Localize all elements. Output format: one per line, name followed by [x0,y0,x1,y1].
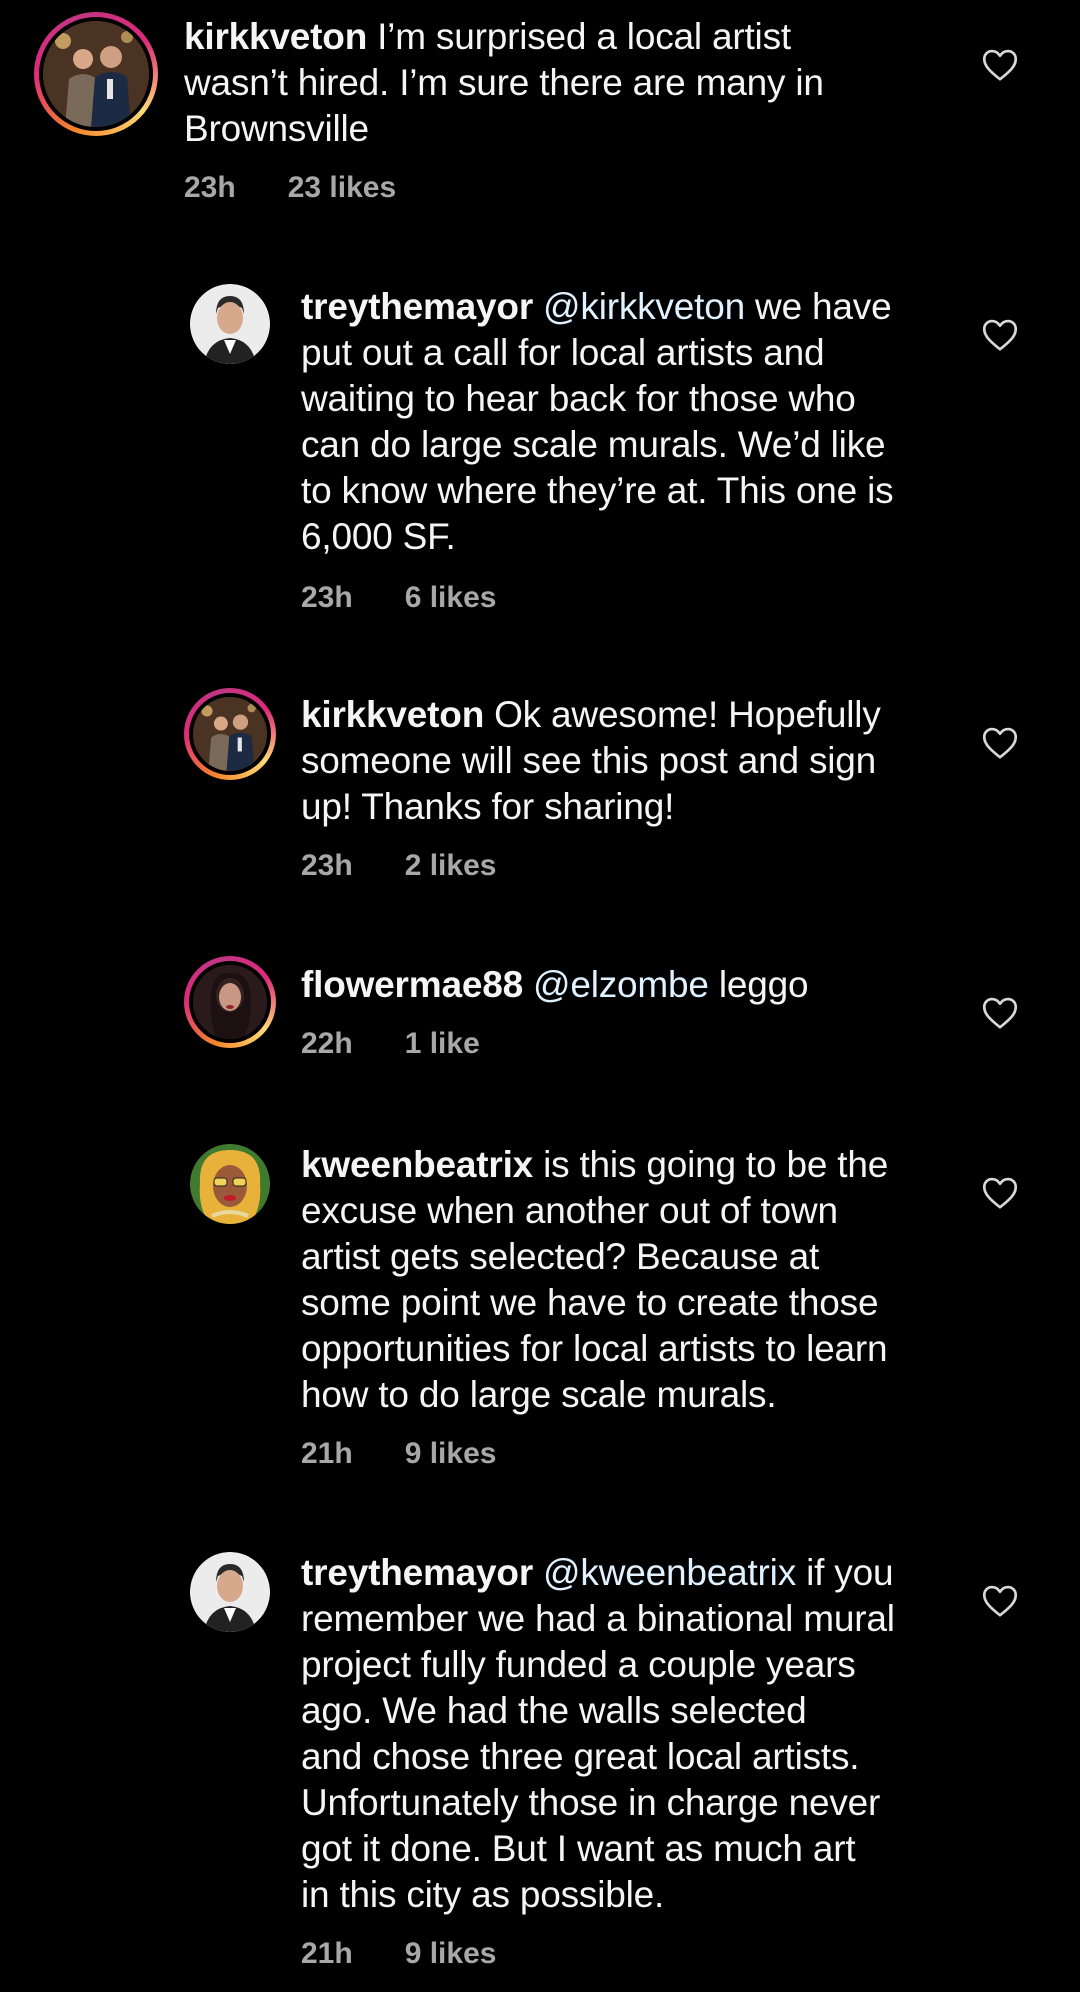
comment-meta: 23h 23 likes [184,170,396,206]
comment-body-line: Unfortunately those in charge never [301,1782,881,1823]
avatar[interactable] [34,12,158,136]
avatar[interactable] [184,956,276,1048]
comment-body-line: project fully funded a couple years [301,1644,856,1685]
avatar-image [39,17,153,131]
comment-meta: 21h 9 likes [301,1436,496,1472]
comment-body-first: Ok awesome! Hopefully [494,694,881,735]
comment-body-first: we have [755,286,892,327]
comment-body-line: to know where they’re at. This one is [301,470,894,511]
avatar-image [190,1144,270,1224]
comment-body-first: is this going to be the [543,1144,889,1185]
comment-username[interactable]: kirkkveton [184,16,367,57]
comment-body-first: leggo [718,964,809,1005]
comment-time: 23h [184,171,236,204]
comment-body-line: excuse when another out of town [301,1190,838,1231]
comment-body-line: Brownsville [184,108,369,149]
avatar[interactable] [190,1552,270,1632]
comment-username[interactable]: flowermae88 [301,964,523,1005]
comment-body-line: in this city as possible. [301,1874,665,1915]
comment-body-line: 6,000 SF. [301,516,456,557]
comment-body-line: artist gets selected? Because at [301,1236,820,1277]
comment-text: kweenbeatrix is this going to be the excu… [301,1142,981,1418]
comment-text: kirkkveton Ok awesome! Hopefully someone … [301,692,961,830]
avatar[interactable] [184,688,276,780]
heart-outline-icon[interactable] [982,318,1018,352]
avatar-image [190,284,270,364]
comment-body-line: opportunities for local artists to learn [301,1328,888,1369]
avatar[interactable] [190,284,270,364]
comment-time: 23h [301,849,353,882]
comment-likes[interactable]: 6 likes [405,581,497,614]
comment-likes[interactable]: 2 likes [405,849,497,882]
comment-body-line: can do large scale murals. We’d like [301,424,886,465]
comment-meta: 21h 9 likes [301,1936,496,1972]
heart-outline-icon[interactable] [982,1584,1018,1618]
heart-outline-icon[interactable] [982,48,1018,82]
comment-body-first: I’m surprised a local artist [377,16,791,57]
heart-outline-icon[interactable] [982,1176,1018,1210]
comment-text: treythemayor @kweenbeatrix if you remembe… [301,1550,981,1918]
avatar[interactable] [190,1144,270,1224]
comment-body-line: how to do large scale murals. [301,1374,777,1415]
comment-meta: 22h 1 like [301,1026,480,1062]
comment-username[interactable]: kirkkveton [301,694,484,735]
comment-body-first: if you [806,1552,894,1593]
comment-time: 21h [301,1437,353,1470]
comment-text: flowermae88 @elzombe leggo [301,962,961,1008]
avatar-image [189,961,271,1043]
comment-body-line: remember we had a binational mural [301,1598,895,1639]
comment-body-line: and chose three great local artists. [301,1736,860,1777]
comment-body-line: got it done. But I want as much art [301,1828,856,1869]
comment-likes[interactable]: 1 like [405,1027,480,1060]
comment-username[interactable]: treythemayor [301,1552,533,1593]
comment-likes[interactable]: 9 likes [405,1437,497,1470]
comment-likes[interactable]: 9 likes [405,1937,497,1970]
heart-outline-icon[interactable] [982,996,1018,1030]
comment-text: kirkkveton I’m surprised a local artist w… [184,14,964,152]
comment-body-line: up! Thanks for sharing! [301,786,675,827]
heart-outline-icon[interactable] [982,726,1018,760]
comment-body-line: wasn’t hired. I’m sure there are many in [184,62,824,103]
comment-time: 22h [301,1027,353,1060]
comment-mention[interactable]: @kirkkveton [543,286,745,327]
comment-meta: 23h 6 likes [301,580,496,616]
avatar-image [189,693,271,775]
comment-body-line: someone will see this post and sign [301,740,877,781]
comment-mention[interactable]: @elzombe [533,964,709,1005]
comment-time: 23h [301,581,353,614]
comment-body-line: put out a call for local artists and [301,332,825,373]
comment-time: 21h [301,1937,353,1970]
comment-username[interactable]: kweenbeatrix [301,1144,533,1185]
comment-mention[interactable]: @kweenbeatrix [543,1552,796,1593]
comment-body-line: ago. We had the walls selected [301,1690,807,1731]
comment-likes[interactable]: 23 likes [288,171,396,204]
comment-username[interactable]: treythemayor [301,286,533,327]
comment-body-line: some point we have to create those [301,1282,879,1323]
comment-meta: 23h 2 likes [301,848,496,884]
avatar-image [190,1552,270,1632]
comment-body-line: waiting to hear back for those who [301,378,856,419]
comment-text: treythemayor @kirkkveton we have put out … [301,284,961,560]
